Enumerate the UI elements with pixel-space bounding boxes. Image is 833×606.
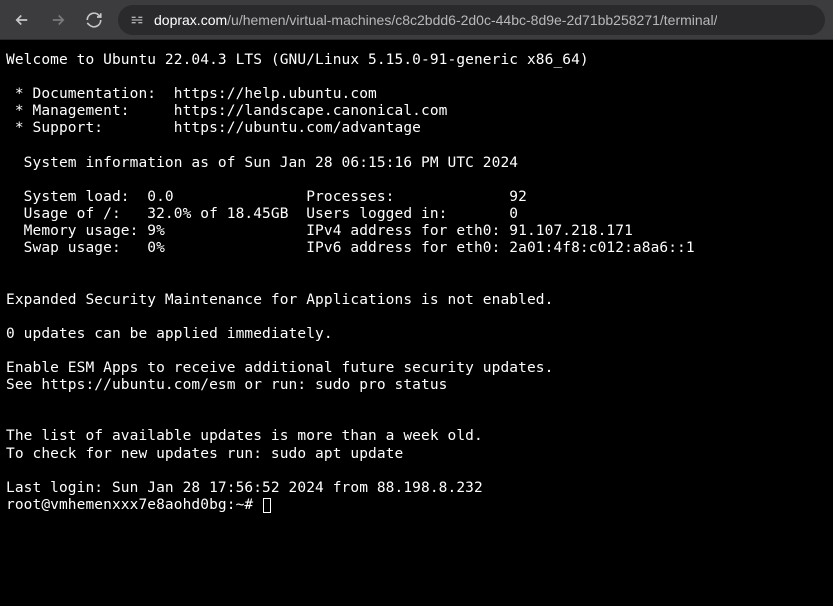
prompt: root@vmhemenxxx7e8aohd0bg:~#: [6, 497, 262, 513]
address-bar[interactable]: doprax.com/u/hemen/virtual-machines/c8c2…: [118, 5, 825, 35]
stats-line2: Usage of /: 32.0% of 18.45GB Users logge…: [6, 206, 518, 222]
support-url: https://ubuntu.com/advantage: [174, 120, 421, 136]
updatelist-line1: The list of available updates is more th…: [6, 428, 483, 444]
lastlogin-line: Last login: Sun Jan 28 17:56:52 2024 fro…: [6, 480, 483, 496]
esm-line3: See https://ubuntu.com/esm or run: sudo …: [6, 377, 448, 393]
stats-line3: Memory usage: 9% IPv4 address for eth0: …: [6, 223, 633, 239]
sysinfo-header: System information as of Sun Jan 28 06:1…: [6, 155, 518, 171]
arrow-left-icon: [13, 11, 31, 29]
url-text: doprax.com/u/hemen/virtual-machines/c8c2…: [154, 12, 717, 28]
site-info-icon[interactable]: [128, 11, 146, 29]
doc-label: * Documentation:: [6, 86, 174, 102]
reload-button[interactable]: [80, 6, 108, 34]
mgmt-label: * Management:: [6, 103, 174, 119]
stats-line1: System load: 0.0 Processes: 92: [6, 189, 527, 205]
stats-line4: Swap usage: 0% IPv6 address for eth0: 2a…: [6, 240, 695, 256]
url-domain: doprax.com: [154, 12, 227, 28]
forward-button[interactable]: [44, 6, 72, 34]
terminal-output[interactable]: Welcome to Ubuntu 22.04.3 LTS (GNU/Linux…: [0, 40, 833, 526]
esm-line2: Enable ESM Apps to receive additional fu…: [6, 360, 553, 376]
welcome-line: Welcome to Ubuntu 22.04.3 LTS (GNU/Linux…: [6, 52, 589, 68]
updates-line: 0 updates can be applied immediately.: [6, 326, 333, 342]
terminal-cursor: [263, 498, 271, 513]
url-path: /u/hemen/virtual-machines/c8c2bdd6-2d0c-…: [227, 12, 717, 28]
back-button[interactable]: [8, 6, 36, 34]
doc-url: https://help.ubuntu.com: [174, 86, 377, 102]
updatelist-line2: To check for new updates run: sudo apt u…: [6, 446, 403, 462]
support-label: * Support:: [6, 120, 174, 136]
reload-icon: [85, 11, 103, 29]
nav-controls: [8, 6, 108, 34]
mgmt-url: https://landscape.canonical.com: [174, 103, 448, 119]
browser-toolbar: doprax.com/u/hemen/virtual-machines/c8c2…: [0, 0, 833, 40]
esm-line1: Expanded Security Maintenance for Applic…: [6, 292, 553, 308]
arrow-right-icon: [49, 11, 67, 29]
